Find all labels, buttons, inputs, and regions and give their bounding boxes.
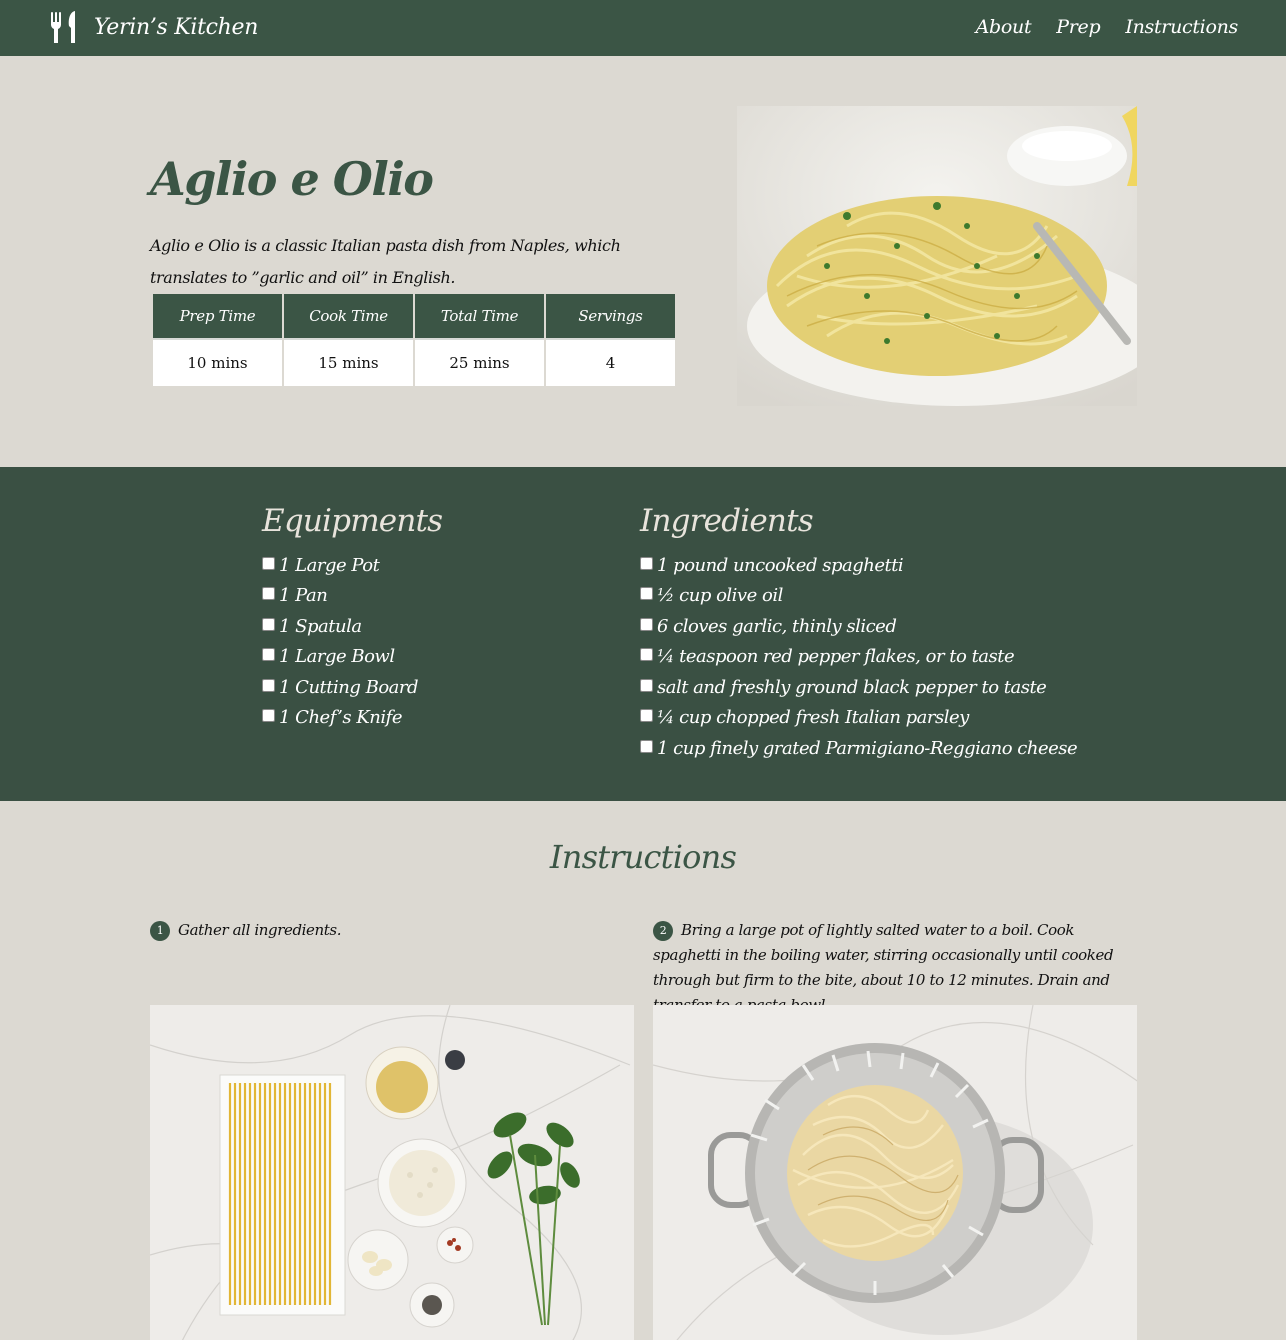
list-item-label: 1 Pan xyxy=(279,585,328,607)
hero-section: Aglio e Olio Aglio e Olio is a classic I… xyxy=(0,56,1286,467)
instruction-step: 1 Gather all ingredients. xyxy=(150,918,634,943)
table-header-cook: Cook Time xyxy=(284,294,413,340)
nav-link-prep[interactable]: Prep xyxy=(1056,16,1100,38)
list-item[interactable]: 1 Chef’s Knife xyxy=(262,703,442,734)
time-table: Prep Time Cook Time Total Time Servings … xyxy=(151,294,677,386)
prep-section: Equipments 1 Large Pot 1 Pan 1 Spatula 1… xyxy=(0,467,1286,801)
checkbox[interactable] xyxy=(640,739,653,753)
list-item[interactable]: 1 Spatula xyxy=(262,611,442,642)
table-value-servings: 4 xyxy=(546,340,675,386)
checkbox[interactable] xyxy=(262,709,275,723)
list-item-label: 1 Cutting Board xyxy=(279,676,419,698)
instruction-step: 2 Bring a large pot of lightly salted wat… xyxy=(653,918,1137,1018)
list-item-label: ¼ teaspoon red pepper flakes, or to tast… xyxy=(657,646,1015,668)
list-item[interactable]: 1 Pan xyxy=(262,581,442,612)
table-value-cook: 15 mins xyxy=(284,340,413,386)
table-header-servings: Servings xyxy=(546,294,675,340)
step-number: 1 xyxy=(150,921,170,941)
brand-name: Yerin’s Kitchen xyxy=(94,14,259,40)
list-item[interactable]: 1 Large Pot xyxy=(262,550,442,581)
ingredients-list: Ingredients 1 pound uncooked spaghetti ½… xyxy=(640,503,1078,764)
checkbox[interactable] xyxy=(640,678,653,692)
checkbox[interactable] xyxy=(262,617,275,631)
step-number: 2 xyxy=(653,921,673,941)
list-item-label: ¼ cup chopped fresh Italian parsley xyxy=(657,707,969,729)
step-text: Bring a large pot of lightly salted wate… xyxy=(653,921,1114,1014)
list-item[interactable]: 1 cup finely grated Parmigiano-Reggiano … xyxy=(640,733,1078,764)
list-item[interactable]: ¼ teaspoon red pepper flakes, or to tast… xyxy=(640,642,1077,673)
list-item[interactable]: 1 Cutting Board xyxy=(262,672,442,703)
checkbox[interactable] xyxy=(262,587,275,601)
list-item-label: salt and freshly ground black pepper to … xyxy=(657,676,1047,698)
colander-photo xyxy=(653,1005,1137,1340)
nav-links: About Prep Instructions xyxy=(976,16,1239,38)
pasta-plate-photo xyxy=(737,106,1137,406)
checkbox[interactable] xyxy=(640,556,653,570)
dish-title: Aglio e Olio xyxy=(150,152,434,206)
list-item-label: 1 Large Pot xyxy=(279,554,380,576)
checkbox[interactable] xyxy=(640,648,653,662)
nav-link-instructions[interactable]: Instructions xyxy=(1125,16,1238,38)
list-item[interactable]: 6 cloves garlic, thinly sliced xyxy=(640,611,1077,642)
checkbox[interactable] xyxy=(262,556,275,570)
list-item[interactable]: 1 pound uncooked spaghetti xyxy=(640,550,1077,581)
list-item[interactable]: salt and freshly ground black pepper to … xyxy=(640,672,1077,703)
table-header-total: Total Time xyxy=(415,294,544,340)
list-item-label: 1 Chef’s Knife xyxy=(279,707,402,729)
list-item-label: ½ cup olive oil xyxy=(657,585,783,607)
step-text: Gather all ingredients. xyxy=(178,921,342,939)
top-nav: Yerin’s Kitchen About Prep Instructions xyxy=(0,0,1286,56)
list-item-label: 1 Large Bowl xyxy=(279,646,395,668)
table-value-total: 25 mins xyxy=(415,340,544,386)
list-item[interactable]: ¼ cup chopped fresh Italian parsley xyxy=(640,703,1077,734)
dish-description: Aglio e Olio is a classic Italian pasta … xyxy=(150,236,621,287)
brand[interactable]: Yerin’s Kitchen xyxy=(50,10,258,44)
table-header-prep: Prep Time xyxy=(153,294,282,340)
equipments-title: Equipments xyxy=(262,503,443,539)
table-value-prep: 10 mins xyxy=(153,340,282,386)
ingredients-title: Ingredients xyxy=(640,503,814,539)
list-item-label: 1 cup finely grated Parmigiano-Reggiano … xyxy=(657,737,1078,759)
checkbox[interactable] xyxy=(262,678,275,692)
equipments-list: Equipments 1 Large Pot 1 Pan 1 Spatula 1… xyxy=(262,503,443,734)
list-item[interactable]: ½ cup olive oil xyxy=(640,581,1077,612)
ingredients-photo xyxy=(150,1005,634,1340)
utensils-icon xyxy=(51,11,75,43)
list-item-label: 6 cloves garlic, thinly sliced xyxy=(657,615,897,637)
checkbox[interactable] xyxy=(640,587,653,601)
checkbox[interactable] xyxy=(640,617,653,631)
checkbox[interactable] xyxy=(640,709,653,723)
list-item[interactable]: 1 Large Bowl xyxy=(262,642,442,673)
list-item-label: 1 pound uncooked spaghetti xyxy=(657,554,904,576)
nav-link-about[interactable]: About xyxy=(976,16,1032,38)
checkbox[interactable] xyxy=(262,648,275,662)
instructions-title: Instructions xyxy=(549,838,737,876)
list-item-label: 1 Spatula xyxy=(279,615,362,637)
